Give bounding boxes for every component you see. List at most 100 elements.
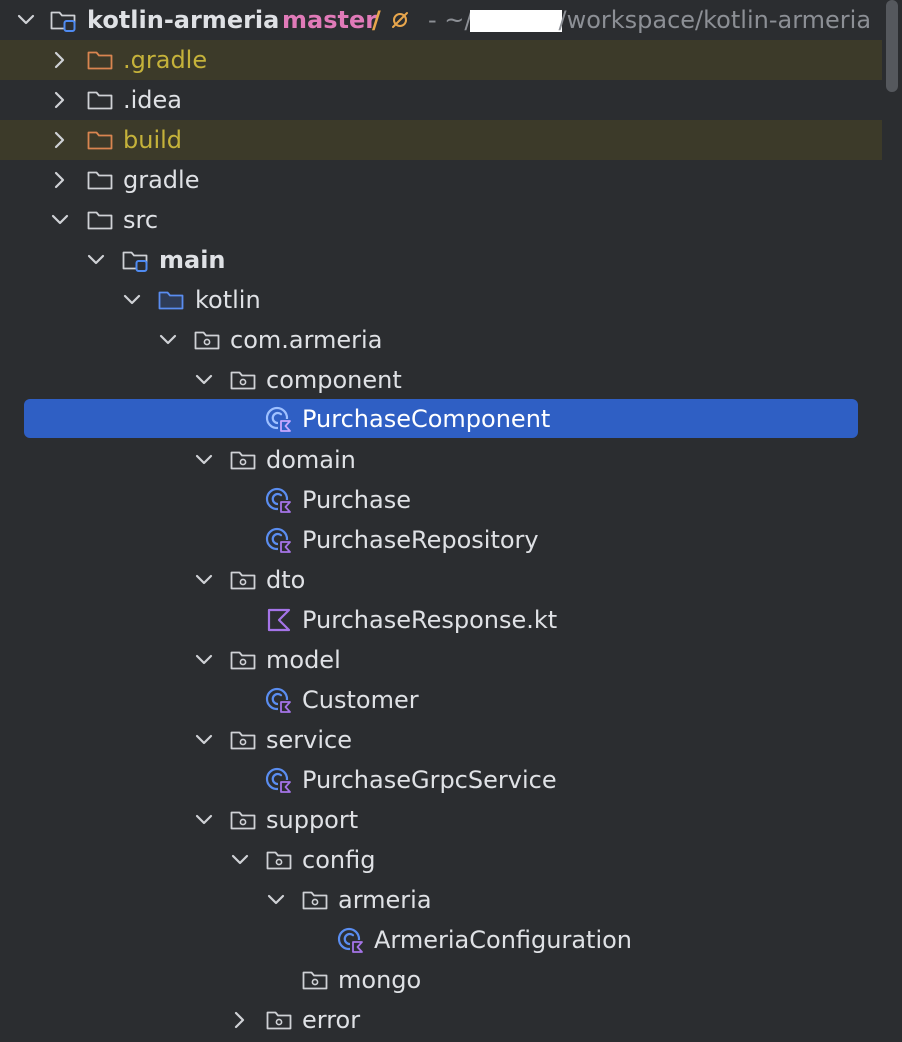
tree-label: dto xyxy=(266,566,306,594)
chevron-down-icon[interactable] xyxy=(156,328,180,352)
chevron-down-icon[interactable] xyxy=(192,808,216,832)
tree-label: com.armeria xyxy=(230,326,383,354)
chevron-right-icon[interactable] xyxy=(48,88,72,112)
tree-label: component xyxy=(266,366,402,394)
chevron-down-icon[interactable] xyxy=(14,8,38,32)
folder-excluded-icon xyxy=(87,51,113,70)
tree-row-com-armeria[interactable]: com.armeria xyxy=(0,320,882,360)
package-icon xyxy=(230,371,256,390)
tree-label: model xyxy=(266,646,341,674)
no-vcs-icon xyxy=(392,12,408,28)
vertical-scrollbar[interactable] xyxy=(886,0,898,92)
tree-row-error[interactable]: error xyxy=(0,1000,882,1040)
chevron-right-icon[interactable] xyxy=(48,48,72,72)
tree-label: kotlin xyxy=(195,286,261,314)
tree-label: service xyxy=(266,726,352,754)
tree-row-main[interactable]: main xyxy=(0,240,882,280)
tree-label: support xyxy=(266,806,359,834)
chevron-down-icon[interactable] xyxy=(84,248,108,272)
tree-row-gradle-cache[interactable]: .gradle xyxy=(0,40,882,80)
package-icon xyxy=(266,851,292,870)
tree-row-purchase-component[interactable]: PurchaseComponent xyxy=(24,399,858,438)
tree-row-kotlin[interactable]: kotlin xyxy=(0,280,882,320)
tree-label: main xyxy=(159,246,226,274)
tree-label: domain xyxy=(266,446,356,474)
chevron-right-icon[interactable] xyxy=(48,128,72,152)
tree-row-domain[interactable]: domain xyxy=(0,440,882,480)
tree-row-component[interactable]: component xyxy=(0,360,882,400)
package-icon xyxy=(266,1011,292,1030)
kotlin-class-icon xyxy=(265,487,292,513)
package-icon xyxy=(194,331,220,350)
tree-row-model[interactable]: model xyxy=(0,640,882,680)
tree-row-service[interactable]: service xyxy=(0,720,882,760)
module-folder-icon xyxy=(122,251,148,272)
tree-row-gradle[interactable]: gradle xyxy=(0,160,882,200)
source-root-icon xyxy=(158,291,184,310)
chevron-down-icon[interactable] xyxy=(192,648,216,672)
tree-label: mongo xyxy=(338,966,422,994)
path-prefix: - ~/ xyxy=(428,6,473,34)
chevron-right-icon[interactable] xyxy=(228,1008,252,1032)
tree-row-purchase-repository[interactable]: PurchaseRepository xyxy=(0,520,882,560)
tree-row-purchase-grpc-service[interactable]: PurchaseGrpcService xyxy=(0,760,882,800)
kotlin-file-icon xyxy=(267,608,291,632)
chevron-down-icon[interactable] xyxy=(228,848,252,872)
package-icon xyxy=(230,651,256,670)
tree-row-mongo[interactable]: mongo xyxy=(0,960,882,1000)
tree-label: armeria xyxy=(338,886,432,914)
root-project-name: kotlin-armeria xyxy=(87,6,280,34)
chevron-down-icon[interactable] xyxy=(192,368,216,392)
folder-icon xyxy=(87,211,113,230)
tree-row-root[interactable]: kotlin-armeria master / - ~/ /workspace/k… xyxy=(0,0,882,40)
tree-row-purchase[interactable]: Purchase xyxy=(0,480,882,520)
tree-label: src xyxy=(123,206,159,234)
package-icon xyxy=(302,971,328,990)
path-suffix: /workspace/kotlin-armeria xyxy=(558,6,872,34)
kotlin-class-icon xyxy=(265,687,292,713)
package-icon xyxy=(230,731,256,750)
project-tree: kotlin-armeria master / - ~/ /workspace/k… xyxy=(0,0,902,1042)
chevron-right-icon[interactable] xyxy=(48,168,72,192)
folder-excluded-icon xyxy=(87,131,113,150)
kotlin-class-icon xyxy=(265,767,292,793)
tree-label: ArmeriaConfiguration xyxy=(374,926,633,954)
tree-row-customer[interactable]: Customer xyxy=(0,680,882,720)
chevron-down-icon[interactable] xyxy=(264,888,288,912)
project-path: - ~/ /workspace/kotlin-armeria xyxy=(428,5,871,35)
vcs-branch: master xyxy=(282,6,378,34)
tree-label: gradle xyxy=(123,166,200,194)
chevron-down-icon[interactable] xyxy=(48,208,72,232)
tree-row-build[interactable]: build xyxy=(0,120,882,160)
tree-label: Customer xyxy=(302,686,419,714)
kotlin-class-icon xyxy=(337,927,364,953)
chevron-down-icon[interactable] xyxy=(192,448,216,472)
package-icon xyxy=(302,891,328,910)
redacted-username xyxy=(470,10,563,32)
chevron-down-icon[interactable] xyxy=(192,568,216,592)
module-folder-icon xyxy=(50,11,76,32)
tree-row-idea[interactable]: .idea xyxy=(0,80,882,120)
tree-row-purchase-response[interactable]: PurchaseResponse.kt xyxy=(0,600,882,640)
tree-row-support[interactable]: support xyxy=(0,800,882,840)
tree-row-src[interactable]: src xyxy=(0,200,882,240)
tree-label: Purchase xyxy=(302,486,411,514)
package-icon xyxy=(230,451,256,470)
tree-row-dto[interactable]: dto xyxy=(0,560,882,600)
chevron-down-icon[interactable] xyxy=(120,288,144,312)
tree-label: config xyxy=(302,846,376,874)
tree-label: .gradle xyxy=(123,46,208,74)
kotlin-class-icon xyxy=(265,406,292,432)
tree-row-config[interactable]: config xyxy=(0,840,882,880)
tree-label: PurchaseComponent xyxy=(302,405,551,433)
package-icon xyxy=(230,571,256,590)
package-icon xyxy=(230,811,256,830)
tree-label: .idea xyxy=(123,86,183,114)
tree-row-armeria-configuration[interactable]: ArmeriaConfiguration xyxy=(0,920,882,960)
chevron-down-icon[interactable] xyxy=(192,728,216,752)
tree-label: error xyxy=(302,1006,361,1034)
tree-label: PurchaseGrpcService xyxy=(302,766,557,794)
tree-row-armeria[interactable]: armeria xyxy=(0,880,882,920)
tree-label: build xyxy=(123,126,183,154)
branch-separator: / xyxy=(372,6,381,34)
